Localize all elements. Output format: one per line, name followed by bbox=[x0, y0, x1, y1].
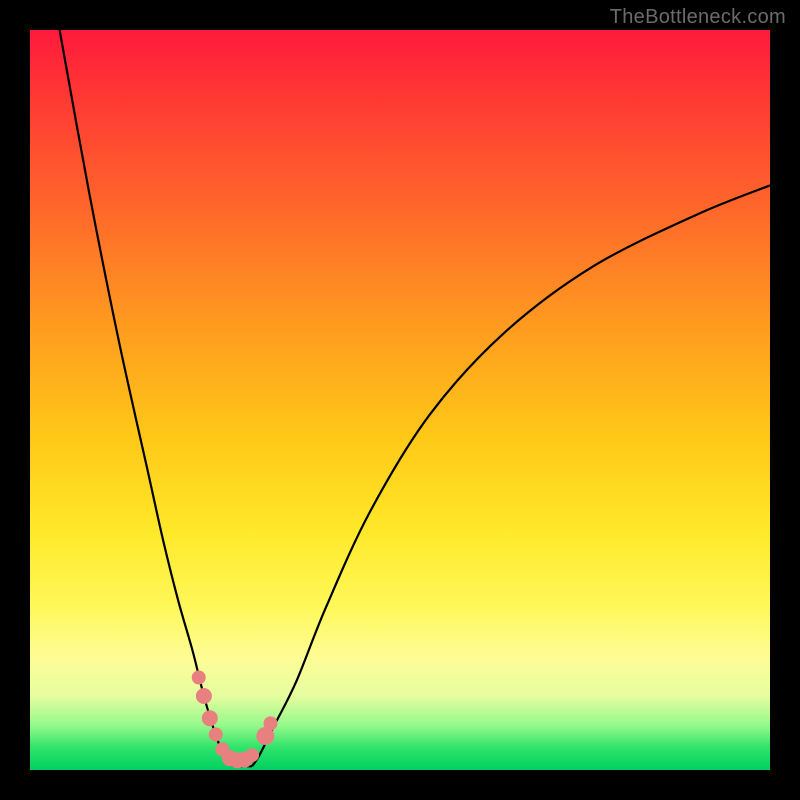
data-point bbox=[245, 748, 259, 762]
data-point bbox=[209, 727, 223, 741]
data-point bbox=[202, 710, 218, 726]
right-curve bbox=[252, 185, 770, 766]
data-point bbox=[192, 671, 206, 685]
curve-layer bbox=[30, 30, 770, 770]
data-point bbox=[264, 716, 278, 730]
chart-frame: TheBottleneck.com bbox=[0, 0, 800, 800]
watermark-text: TheBottleneck.com bbox=[610, 6, 786, 29]
plot-area bbox=[30, 30, 770, 770]
data-point bbox=[196, 688, 212, 704]
left-curve bbox=[60, 30, 234, 766]
scatter-points bbox=[192, 671, 278, 769]
